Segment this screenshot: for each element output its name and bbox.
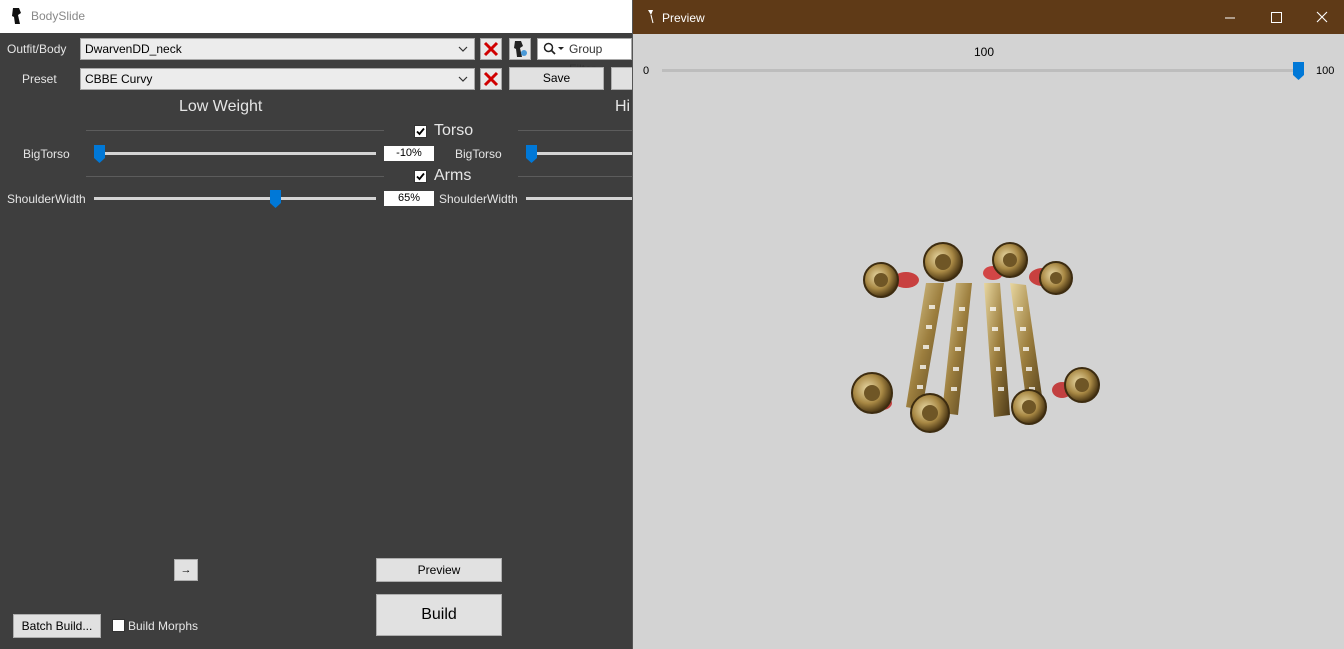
- shoulderwidth-low-slider[interactable]: [94, 197, 376, 200]
- torso-category-label: Torso: [434, 122, 474, 139]
- checkmark-icon: [416, 127, 425, 136]
- bigtorso-high-slider[interactable]: [526, 152, 632, 155]
- outfit-label: Outfit/Body: [7, 42, 67, 56]
- group-filter-box[interactable]: Group Filter: [537, 38, 632, 76]
- preview-weight-min: 0: [643, 65, 650, 77]
- low-weight-header: Low Weight: [179, 98, 263, 115]
- search-icon: [543, 42, 564, 55]
- close-icon: [483, 71, 499, 87]
- preview-titlebar[interactable]: Preview: [633, 0, 1344, 34]
- shoulderwidth-high-slider[interactable]: [526, 197, 632, 200]
- checkmark-icon: [416, 172, 425, 181]
- build-morphs-checkbox[interactable]: [112, 619, 125, 632]
- preview-button[interactable]: Preview: [376, 558, 502, 582]
- high-weight-header: Hi: [615, 98, 631, 115]
- save-as-preset-button[interactable]: [611, 67, 632, 90]
- category-divider-right: [518, 176, 632, 177]
- bigtorso-low-slider[interactable]: [94, 152, 376, 155]
- main-window-title: BodySlide: [31, 9, 86, 23]
- arms-category-label: Arms: [434, 167, 472, 184]
- maximize-icon: [1271, 12, 1282, 23]
- bigtorso-low-thumb[interactable]: [94, 145, 105, 163]
- chevron-down-icon: [458, 76, 468, 82]
- chevron-down-icon: [458, 46, 468, 52]
- preset-select-value: CBBE Curvy: [85, 72, 153, 86]
- minimize-icon: [1225, 17, 1235, 19]
- close-window-button[interactable]: [1299, 0, 1344, 34]
- build-button[interactable]: Build: [376, 594, 502, 636]
- category-divider-left: [86, 176, 384, 177]
- preview-weight-thumb[interactable]: [1293, 62, 1304, 80]
- clear-outfit-button[interactable]: [480, 38, 502, 60]
- shoulderwidth-high-label: ShoulderWidth: [439, 192, 518, 206]
- main-titlebar[interactable]: BodySlide: [0, 0, 632, 33]
- preview-app-icon: [648, 10, 654, 24]
- shoulderwidth-low-value[interactable]: 65%: [384, 191, 434, 206]
- save-preset-button[interactable]: Save: [509, 67, 604, 90]
- preset-label: Preset: [22, 72, 57, 86]
- batch-build-button[interactable]: Batch Build...: [13, 614, 101, 638]
- torso-category-checkbox[interactable]: [414, 125, 427, 138]
- outfit-select-value: DwarvenDD_neck: [85, 42, 182, 56]
- preview-weight-slider[interactable]: [662, 69, 1302, 72]
- bodyslide-window: BodySlide Outfit/Body DwarvenDD_neck Gro…: [0, 0, 632, 649]
- shoulderwidth-low-label: ShoulderWidth: [7, 192, 86, 206]
- preview-window-title: Preview: [662, 11, 705, 25]
- preview-window: Preview 100 0 100: [632, 0, 1344, 649]
- category-divider-left: [86, 130, 384, 131]
- bigtorso-low-value[interactable]: -10%: [384, 146, 434, 161]
- outfit-studio-icon: [514, 41, 527, 57]
- outfit-select[interactable]: DwarvenDD_neck: [80, 38, 475, 60]
- shoulderwidth-low-thumb[interactable]: [270, 190, 281, 208]
- close-window-icon: [1316, 11, 1328, 23]
- bigtorso-high-thumb[interactable]: [526, 145, 537, 163]
- maximize-button[interactable]: [1253, 0, 1299, 34]
- category-divider-right: [518, 130, 632, 131]
- outfit-studio-button[interactable]: [509, 38, 531, 60]
- bigtorso-high-label: BigTorso: [455, 147, 502, 161]
- preview-weight-max: 100: [1316, 65, 1335, 77]
- build-morphs-label: Build Morphs: [128, 619, 199, 633]
- bodyslide-app-icon: [12, 8, 21, 24]
- dwarven-necklace-model[interactable]: [848, 235, 1108, 445]
- preset-select[interactable]: CBBE Curvy: [80, 68, 475, 90]
- close-icon: [483, 41, 499, 57]
- arrow-button[interactable]: →: [174, 559, 198, 581]
- minimize-button[interactable]: [1207, 0, 1253, 34]
- clear-preset-button[interactable]: [480, 68, 502, 90]
- arms-category-checkbox[interactable]: [414, 170, 427, 183]
- preview-weight-value: 100: [974, 45, 995, 59]
- bigtorso-low-label: BigTorso: [23, 147, 70, 161]
